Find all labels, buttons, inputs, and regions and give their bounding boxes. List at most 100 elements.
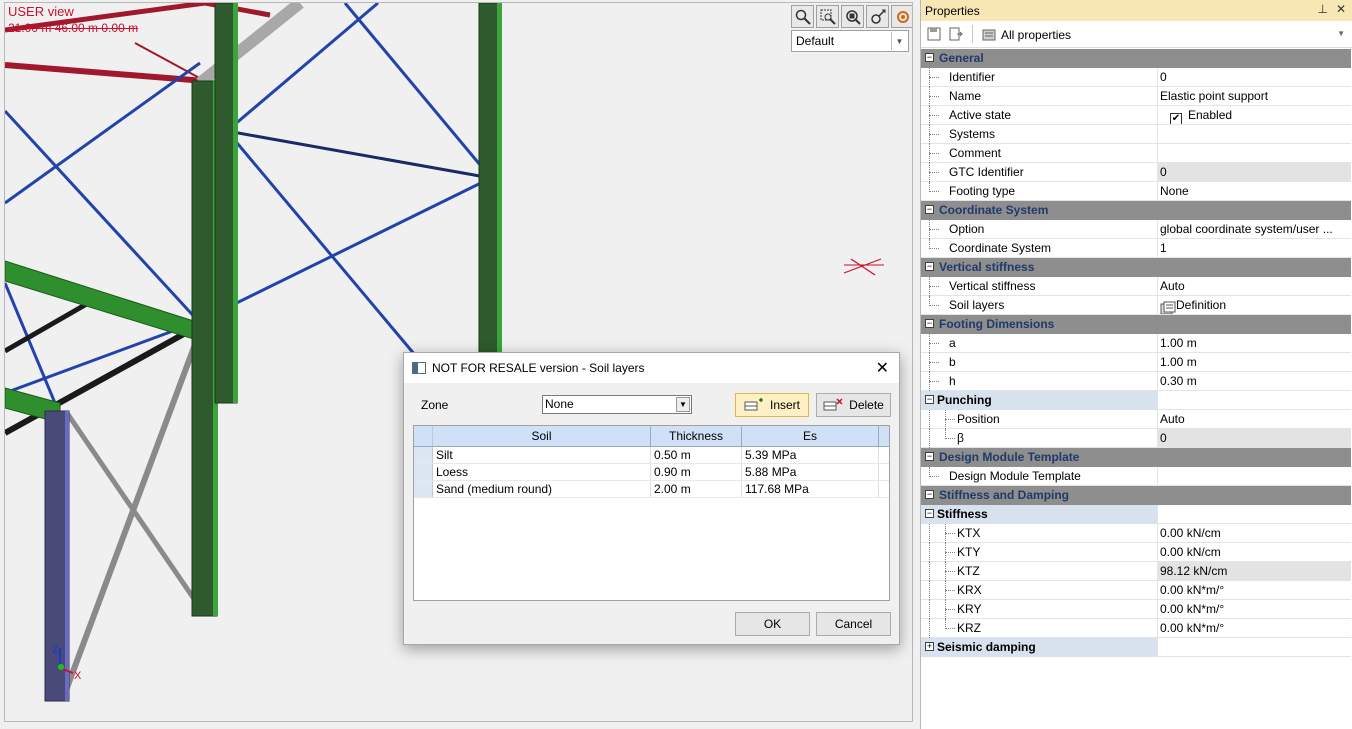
property-row[interactable]: b 1.00 m	[921, 352, 1351, 372]
table-row[interactable]: Sand (medium round) 2.00 m 117.68 MPa	[414, 481, 889, 498]
soil-layers-table[interactable]: Soil Thickness Es Silt 0.50 m 5.39 MPa Loess 0.…	[413, 425, 890, 601]
property-row[interactable]: KRX 0.00 kN*m/°	[921, 580, 1351, 600]
filter-button[interactable]	[980, 25, 998, 43]
property-value[interactable]	[1157, 391, 1351, 409]
column-header[interactable]: Soil	[433, 426, 651, 446]
property-category[interactable]: − Footing Dimensions	[921, 315, 1351, 334]
zoom-all-button[interactable]	[841, 5, 864, 28]
property-row[interactable]: Design Module Template	[921, 466, 1351, 486]
table-cell[interactable]: 0.90 m	[651, 464, 742, 480]
property-value[interactable]: 98.12 kN/cm	[1157, 562, 1351, 580]
property-value[interactable]: ✔ Enabled	[1157, 106, 1351, 124]
property-row[interactable]: a 1.00 m	[921, 333, 1351, 353]
column-header[interactable]: Es	[742, 426, 879, 446]
table-cell[interactable]: Loess	[433, 464, 651, 480]
property-category[interactable]: − Coordinate System	[921, 201, 1351, 220]
property-value[interactable]: Auto	[1157, 410, 1351, 428]
property-category[interactable]: − General	[921, 49, 1351, 68]
table-cell[interactable]: 0.50 m	[651, 447, 742, 463]
property-value[interactable]: 0.30 m	[1157, 372, 1351, 390]
column-header[interactable]: Thickness	[651, 426, 742, 446]
table-row[interactable]: Loess 0.90 m 5.88 MPa	[414, 464, 889, 481]
property-value[interactable]: None	[1157, 182, 1351, 200]
collapse-icon[interactable]: −	[925, 489, 934, 499]
property-value[interactable]: 0.00 kN/cm	[1157, 524, 1351, 542]
ok-button[interactable]: OK	[735, 612, 810, 636]
property-value[interactable]	[1157, 144, 1351, 162]
property-value[interactable]: 0.00 kN*m/°	[1157, 619, 1351, 637]
property-value[interactable]: 0.00 kN*m/°	[1157, 581, 1351, 599]
view-preset-combo[interactable]: Default ▼	[791, 30, 909, 52]
property-row[interactable]: Comment	[921, 143, 1351, 163]
table-cell[interactable]: 117.68 MPa	[742, 481, 879, 497]
property-category[interactable]: − Vertical stiffness	[921, 258, 1351, 277]
property-value[interactable]	[1157, 467, 1351, 485]
property-row[interactable]: Active state ✔ Enabled	[921, 105, 1351, 125]
property-row[interactable]: Option global coordinate system/user ...	[921, 219, 1351, 239]
checkbox-checked-icon[interactable]: ✔	[1170, 113, 1182, 124]
property-value[interactable]: 0	[1157, 68, 1351, 86]
collapse-icon[interactable]: −	[925, 204, 934, 214]
export-button[interactable]	[947, 25, 965, 43]
property-value[interactable]	[1157, 125, 1351, 143]
property-value[interactable]: 0.00 kN*m/°	[1157, 600, 1351, 618]
zoom-in-button[interactable]	[791, 5, 814, 28]
pan-button[interactable]	[866, 5, 889, 28]
pin-icon[interactable]: ⊥	[1318, 2, 1328, 16]
property-row[interactable]: KTX 0.00 kN/cm	[921, 523, 1351, 543]
property-value[interactable]: 1.00 m	[1157, 353, 1351, 371]
property-row[interactable]: Soil layers Definition	[921, 295, 1351, 315]
rotate-button[interactable]	[891, 5, 912, 28]
expand-icon[interactable]: +	[925, 641, 934, 651]
property-group[interactable]: − Punching	[921, 390, 1351, 410]
zoom-window-button[interactable]	[816, 5, 839, 28]
row-selector[interactable]	[414, 447, 433, 463]
property-row[interactable]: KTZ 98.12 kN/cm	[921, 561, 1351, 581]
property-row[interactable]: Identifier 0	[921, 67, 1351, 87]
property-row[interactable]: Name Elastic point support	[921, 86, 1351, 106]
cancel-button[interactable]: Cancel	[816, 612, 891, 636]
property-value[interactable]: 1	[1157, 239, 1351, 257]
property-row[interactable]: KTY 0.00 kN/cm	[921, 542, 1351, 562]
row-selector[interactable]	[414, 464, 433, 480]
property-group[interactable]: + Seismic damping	[921, 637, 1351, 657]
property-value[interactable]: 0.00 kN/cm	[1157, 543, 1351, 561]
property-row[interactable]: h 0.30 m	[921, 371, 1351, 391]
property-row[interactable]: Vertical stiffness Auto	[921, 276, 1351, 296]
close-icon[interactable]: ✕	[876, 358, 889, 378]
collapse-icon[interactable]: −	[925, 451, 934, 461]
property-row[interactable]: β0	[921, 428, 1351, 448]
property-value[interactable]: 1.00 m	[1157, 334, 1351, 352]
close-icon[interactable]: ✕	[1336, 2, 1346, 16]
property-value[interactable]: global coordinate system/user ...	[1157, 220, 1351, 238]
property-value[interactable]: Elastic point support	[1157, 87, 1351, 105]
property-value[interactable]	[1157, 505, 1351, 523]
table-cell[interactable]: 2.00 m	[651, 481, 742, 497]
property-filter-combo[interactable]: All properties ▼	[1001, 25, 1349, 44]
property-row[interactable]: Position Auto	[921, 409, 1351, 429]
insert-button[interactable]: Insert	[735, 393, 809, 417]
property-row[interactable]: GTC Identifier 0	[921, 162, 1351, 182]
property-row[interactable]: KRZ 0.00 kN*m/°	[921, 618, 1351, 638]
property-row[interactable]: Footing type None	[921, 181, 1351, 201]
property-value[interactable]: Auto	[1157, 277, 1351, 295]
collapse-icon[interactable]: −	[925, 52, 934, 62]
property-row[interactable]: Coordinate System 1	[921, 238, 1351, 258]
collapse-icon[interactable]: −	[925, 394, 934, 404]
property-group[interactable]: − Stiffness	[921, 504, 1351, 524]
delete-button[interactable]: Delete	[816, 393, 891, 417]
collapse-icon[interactable]: −	[925, 261, 934, 271]
collapse-icon[interactable]: −	[925, 508, 934, 518]
zone-select[interactable]: None ▼	[542, 395, 692, 414]
property-category[interactable]: − Stiffness and Damping	[921, 486, 1351, 505]
table-cell[interactable]: Silt	[433, 447, 651, 463]
property-row[interactable]: KRY 0.00 kN*m/°	[921, 599, 1351, 619]
table-row[interactable]: Silt 0.50 m 5.39 MPa	[414, 447, 889, 464]
property-value[interactable]: 0	[1157, 163, 1351, 181]
row-selector[interactable]	[414, 481, 433, 497]
table-cell[interactable]: 5.88 MPa	[742, 464, 879, 480]
property-value[interactable]: Definition	[1157, 296, 1351, 314]
collapse-icon[interactable]: −	[925, 318, 934, 328]
table-cell[interactable]: 5.39 MPa	[742, 447, 879, 463]
save-button[interactable]	[925, 25, 943, 43]
